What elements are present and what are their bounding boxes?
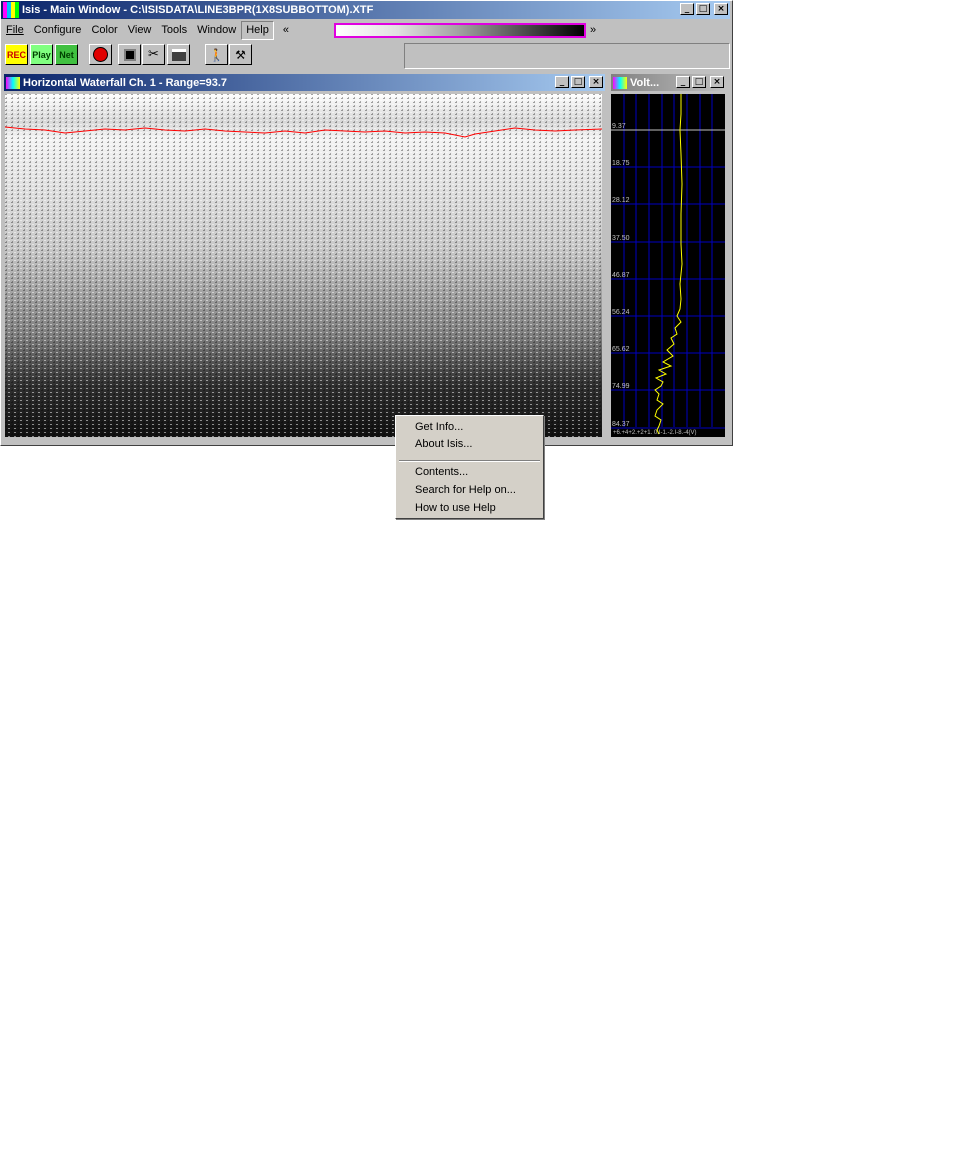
main-title-bar[interactable]: Isis - Main Window - C:\ISISDATA\LINE3BP… [1, 1, 730, 19]
waterfall-image [5, 94, 602, 437]
print-button[interactable] [167, 44, 190, 65]
volt-y-tick-label: 65.62 [612, 346, 630, 353]
menu-window[interactable]: Window [192, 22, 241, 39]
volt-y-tick-label: 28.12 [612, 197, 630, 204]
menu-configure[interactable]: Configure [29, 22, 87, 39]
maximize-button[interactable]: □ [696, 3, 710, 15]
volt-display[interactable]: 9.37 18.75 28.12 37.50 46.87 56.24 65.62 74.99 8… [611, 94, 725, 437]
volt-y-tick-label: 18.75 [612, 160, 630, 167]
record-button[interactable]: REC [5, 44, 28, 65]
isis-app-icon[interactable] [3, 2, 19, 18]
palette-scroll-right[interactable]: » [590, 24, 596, 36]
toolbar-empty-area [404, 43, 730, 69]
volt-y-tick-label: 84.37 [612, 421, 630, 428]
print-icon [171, 48, 186, 61]
palette-scroll-left[interactable]: « [278, 22, 294, 39]
menu-color[interactable]: Color [86, 22, 122, 39]
network-button[interactable]: Net [55, 44, 78, 65]
cut-button[interactable]: ✂ [142, 44, 165, 65]
menu-separator [399, 460, 540, 462]
tools-icon: ⚒ [235, 47, 246, 62]
minimize-button[interactable]: _ [680, 3, 694, 15]
help-dropdown-menu: Get Info... About Isis... Contents... Se… [395, 415, 544, 519]
volt-y-tick-label: 9.37 [612, 123, 626, 130]
menu-help[interactable]: Help [241, 21, 274, 40]
menu-search-help[interactable]: Search for Help on... [415, 484, 516, 496]
volt-y-tick-label: 46.87 [612, 272, 630, 279]
waterfall-display[interactable] [5, 94, 602, 437]
stop-button[interactable] [89, 44, 112, 65]
menu-file[interactable]: File [1, 22, 29, 39]
volt-x-axis-label: +6.+4+2.+2+1. 0.I-1.-2.I-8.-4(V) [613, 430, 697, 436]
main-window-title: Isis - Main Window - C:\ISISDATA\LINE3BP… [22, 4, 374, 16]
waterfall-title-bar[interactable]: Horizontal Waterfall Ch. 1 - Range=93.7 … [4, 74, 605, 91]
volt-minimize-button[interactable]: _ [676, 76, 690, 88]
waterfall-title: Horizontal Waterfall Ch. 1 - Range=93.7 [23, 76, 228, 89]
menu-about-isis[interactable]: About Isis... [415, 438, 472, 450]
menu-tools[interactable]: Tools [156, 22, 192, 39]
main-window: Isis - Main Window - C:\ISISDATA\LINE3BP… [0, 0, 733, 446]
menu-get-info[interactable]: Get Info... [415, 421, 463, 433]
stop-icon [93, 47, 108, 62]
menu-how-to-use-help[interactable]: How to use Help [415, 502, 496, 514]
close-button[interactable]: × [714, 3, 728, 15]
volt-window-icon [613, 76, 627, 89]
waterfall-window-icon [6, 76, 20, 89]
cut-icon: ✂ [148, 47, 159, 62]
volt-trace [654, 94, 683, 435]
volt-close-button[interactable]: × [710, 76, 724, 88]
menu-view[interactable]: View [123, 22, 157, 39]
waterfall-maximize-button[interactable]: □ [571, 76, 585, 88]
volt-maximize-button[interactable]: □ [692, 76, 706, 88]
waterfall-close-button[interactable]: × [589, 76, 603, 88]
tools-button[interactable]: ⚒ [229, 44, 252, 65]
volt-title-bar[interactable]: Volt... _ □ × [611, 74, 726, 91]
menu-contents[interactable]: Contents... [415, 466, 468, 478]
volt-y-tick-label: 37.50 [612, 235, 630, 242]
save-icon [123, 48, 136, 61]
waterfall-minimize-button[interactable]: _ [555, 76, 569, 88]
volt-y-tick-label: 56.24 [612, 309, 630, 316]
color-palette-bar[interactable] [334, 23, 586, 38]
volt-plot: 9.37 18.75 28.12 37.50 46.87 56.24 65.62 74.99 8… [611, 94, 725, 436]
playback-button[interactable]: Play [30, 44, 53, 65]
walk-icon: 🚶 [209, 47, 224, 62]
save-button[interactable] [118, 44, 141, 65]
volt-y-tick-label: 74.99 [612, 383, 630, 390]
volt-title: Volt... [630, 76, 660, 89]
walk-button[interactable]: 🚶 [205, 44, 228, 65]
